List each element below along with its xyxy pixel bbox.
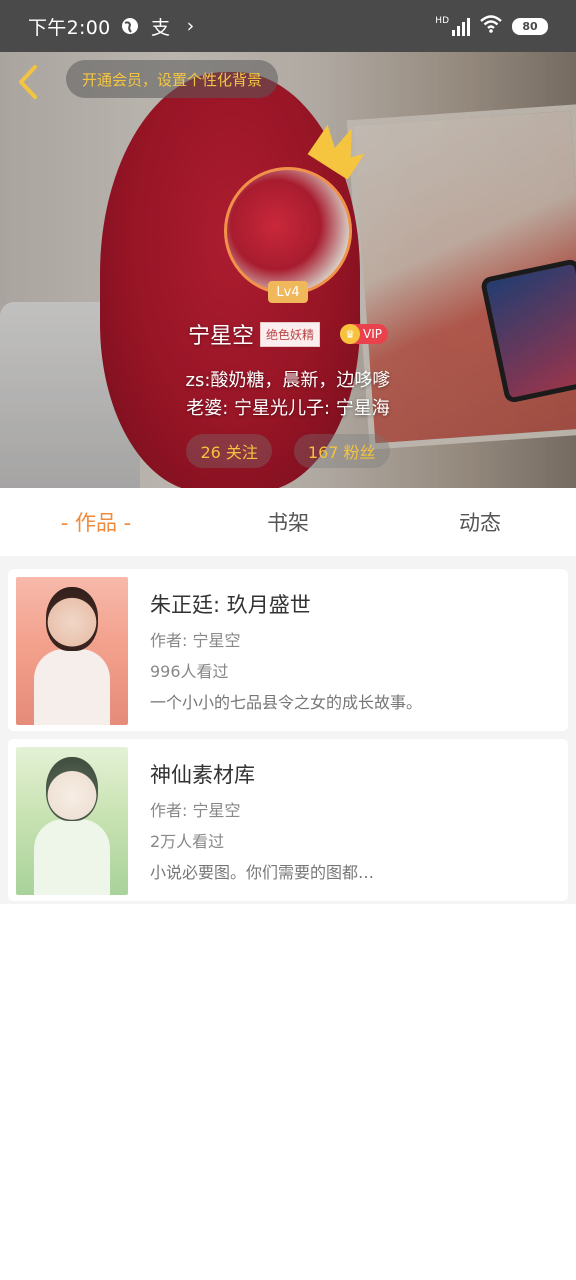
book-description: 一个小小的七品县令之女的成长故事。 xyxy=(150,693,423,712)
book-author: 作者: 宁星空 xyxy=(150,631,241,650)
followers-count[interactable]: 167 粉丝 xyxy=(293,434,390,468)
bio-line-1: zs:酸奶糖，晨新，边哆嗲 xyxy=(185,370,391,391)
tab-activity[interactable]: 动态 xyxy=(384,488,576,556)
following-count[interactable]: 26 关注 xyxy=(186,434,272,468)
stats-row: 26 关注 167 粉丝 xyxy=(0,434,576,468)
crown-icon xyxy=(307,124,365,179)
vip-label: VIP xyxy=(363,327,382,341)
battery-icon: 80 xyxy=(512,17,548,35)
book-title: 神仙素材库 xyxy=(150,763,255,787)
book-author: 作者: 宁星空 xyxy=(150,801,241,820)
crown-coin-icon: ♛ xyxy=(340,324,361,344)
list-item[interactable]: 朱正廷: 玖月盛世 作者: 宁星空 996人看过 一个小小的七品县令之女的成长故… xyxy=(8,569,568,731)
wifi-icon xyxy=(480,14,502,38)
network-type-label: HD xyxy=(435,16,449,26)
status-bar: 下午2:00 支 › HD 80 xyxy=(0,0,576,52)
level-badge: Lv4 xyxy=(268,281,308,303)
avatar-container[interactable]: Lv4 xyxy=(224,124,365,303)
book-title: 朱正廷: 玖月盛世 xyxy=(150,593,311,617)
vip-background-banner[interactable]: 开通会员，设置个性化背景 xyxy=(66,60,279,98)
profile-header-background[interactable]: 开通会员，设置个性化背景 Lv4 宁星空 绝色妖精 ♛ VIP zs:酸奶糖，晨… xyxy=(0,52,576,488)
book-cover[interactable] xyxy=(16,747,128,895)
avatar[interactable] xyxy=(224,167,352,295)
chevron-left-icon xyxy=(19,65,37,99)
tab-bookshelf[interactable]: 书架 xyxy=(192,488,384,556)
empty-area xyxy=(0,904,576,1280)
list-item[interactable]: 神仙素材库 作者: 宁星空 2万人看过 小说必要图。你们需要的图都… xyxy=(8,739,568,901)
tab-works[interactable]: - 作品 - xyxy=(0,488,192,556)
title-tag: 绝色妖精 xyxy=(260,321,321,347)
globe-icon xyxy=(120,16,140,36)
book-views: 2万人看过 xyxy=(150,832,225,851)
chevron-right-icon: › xyxy=(186,15,195,37)
profile-tabs: - 作品 - 书架 动态 xyxy=(0,488,576,564)
name-row: 宁星空 绝色妖精 ♛ VIP xyxy=(0,318,576,350)
book-cover[interactable] xyxy=(16,577,128,725)
user-name: 宁星空 xyxy=(187,324,254,349)
book-description: 小说必要图。你们需要的图都… xyxy=(150,863,375,882)
status-time: 下午2:00 xyxy=(28,16,111,39)
back-button[interactable] xyxy=(12,62,44,102)
vip-badge[interactable]: ♛ VIP xyxy=(340,324,388,344)
works-list: 朱正廷: 玖月盛世 作者: 宁星空 996人看过 一个小小的七品县令之女的成长故… xyxy=(0,564,576,904)
book-views: 996人看过 xyxy=(150,662,229,681)
app-notification-icon: 支 xyxy=(150,16,170,39)
signal-icon: HD xyxy=(435,16,470,36)
bio-line-2: 老婆: 宁星光儿子: 宁星海 xyxy=(186,398,390,419)
